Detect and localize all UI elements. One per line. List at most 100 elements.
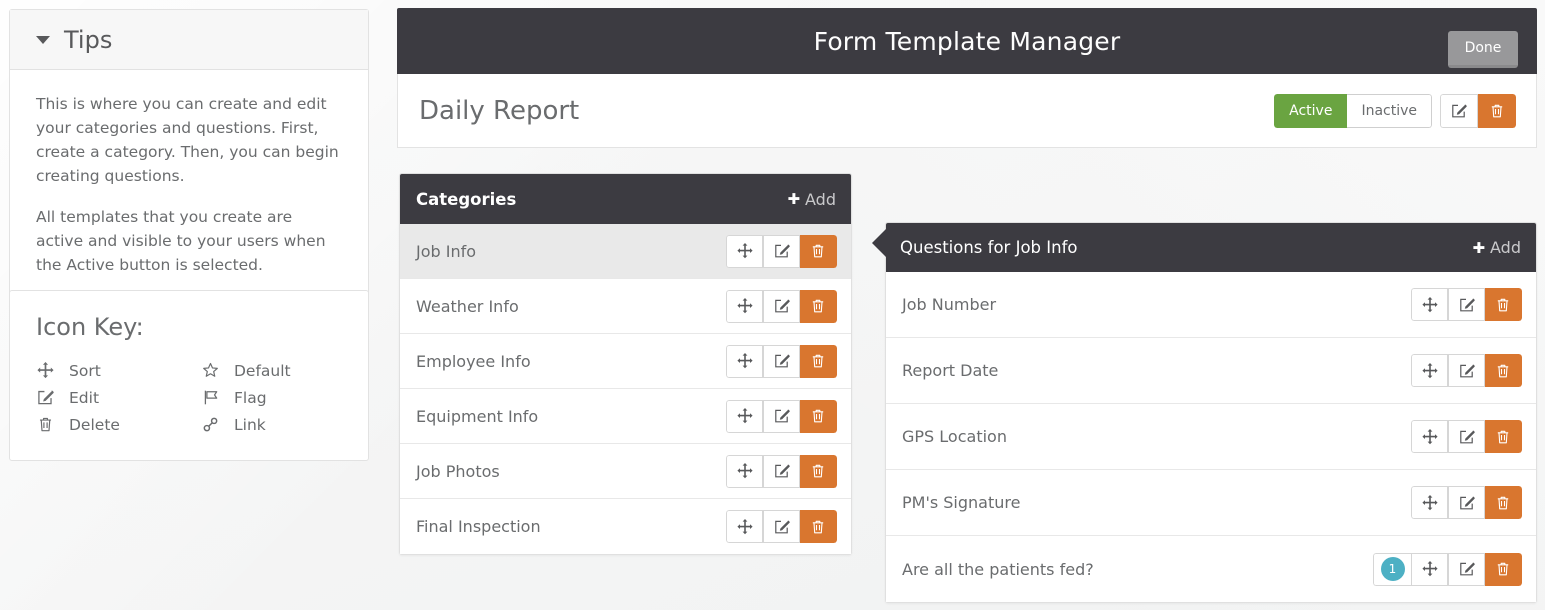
- question-delete-button[interactable]: [1485, 288, 1522, 321]
- icon-key-label: Sort: [69, 361, 101, 380]
- pencil-square-icon: [774, 298, 790, 314]
- category-actions: [726, 454, 837, 488]
- category-sort-button[interactable]: [726, 289, 763, 323]
- category-delete-button[interactable]: [800, 454, 837, 488]
- caret-down-icon[interactable]: [36, 35, 50, 44]
- pencil-square-icon: [1459, 297, 1475, 313]
- page-title: Form Template Manager: [813, 26, 1121, 56]
- category-edit-button[interactable]: [763, 399, 800, 433]
- category-sort-button[interactable]: [726, 234, 763, 268]
- move-arrows-icon: [736, 298, 753, 314]
- star-outline-icon: [201, 361, 220, 380]
- question-edit-button[interactable]: [1448, 552, 1485, 586]
- category-row[interactable]: Weather Info: [400, 279, 851, 334]
- move-arrows-icon: [1421, 428, 1438, 445]
- status-toggle-group: Active Inactive: [1274, 93, 1432, 128]
- question-count-badge[interactable]: 1: [1373, 552, 1411, 586]
- category-delete-button[interactable]: [800, 399, 837, 433]
- icon-key-label: Flag: [234, 388, 267, 407]
- trash-icon: [1495, 297, 1511, 313]
- pencil-square-icon: [774, 353, 790, 369]
- category-edit-button[interactable]: [763, 454, 800, 488]
- category-actions-group: [726, 510, 837, 543]
- question-row[interactable]: PM's Signature: [886, 470, 1536, 536]
- icon-key-item-flag: Flag: [201, 388, 342, 407]
- trash-icon: [1489, 103, 1505, 119]
- category-edit-button[interactable]: [763, 289, 800, 323]
- move-arrows-icon: [736, 408, 753, 424]
- category-delete-button[interactable]: [800, 289, 837, 323]
- link-chain-icon: [201, 415, 220, 434]
- categories-header: Categories ✚ Add: [400, 174, 851, 224]
- question-sort-button[interactable]: [1411, 420, 1448, 453]
- categories-add-label: Add: [805, 189, 836, 209]
- categories-title: Categories: [416, 189, 517, 209]
- question-row[interactable]: Are all the patients fed? 1: [886, 536, 1536, 602]
- questions-list: Job Number Report Date GPS Location PM's Si…: [886, 272, 1536, 602]
- category-delete-button[interactable]: [800, 344, 837, 378]
- category-sort-button[interactable]: [726, 510, 763, 543]
- category-edit-button[interactable]: [763, 344, 800, 378]
- question-delete-button[interactable]: [1485, 354, 1522, 387]
- template-edit-delete-group: [1440, 93, 1516, 128]
- status-inactive-button[interactable]: Inactive: [1347, 93, 1432, 128]
- template-delete-button[interactable]: [1478, 93, 1516, 128]
- move-arrows-icon: [1421, 561, 1438, 577]
- done-button[interactable]: Done: [1448, 31, 1518, 68]
- template-edit-button[interactable]: [1440, 93, 1478, 128]
- move-arrows-icon: [1421, 362, 1438, 379]
- trash-icon: [36, 415, 55, 434]
- question-edit-button[interactable]: [1448, 420, 1485, 453]
- question-delete-button[interactable]: [1485, 486, 1522, 519]
- tips-paragraph: This is where you can create and edit yo…: [36, 95, 339, 186]
- icon-key-label: Link: [234, 415, 266, 434]
- category-sort-button[interactable]: [726, 454, 763, 488]
- question-actions: [1411, 288, 1522, 321]
- question-edit-button[interactable]: [1448, 486, 1485, 519]
- pencil-square-icon: [36, 388, 55, 407]
- categories-list: Job Info Weather Info Employee Info Equipme…: [400, 224, 851, 554]
- plus-icon: ✚: [1472, 238, 1486, 257]
- icon-key-item-link: Link: [201, 415, 342, 434]
- category-row[interactable]: Final Inspection: [400, 499, 851, 554]
- tips-panel-header[interactable]: Tips: [10, 10, 368, 70]
- category-row[interactable]: Job Photos: [400, 444, 851, 499]
- question-delete-button[interactable]: [1485, 420, 1522, 453]
- questions-add-button[interactable]: ✚ Add: [1472, 238, 1521, 257]
- category-sort-button[interactable]: [726, 344, 763, 378]
- app-header: Form Template Manager Done: [397, 8, 1537, 74]
- categories-add-button[interactable]: ✚ Add: [787, 190, 836, 209]
- question-label: PM's Signature: [902, 493, 1021, 512]
- questions-title: Questions for Job Info: [900, 238, 1078, 257]
- question-edit-button[interactable]: [1448, 288, 1485, 321]
- category-label: Job Photos: [416, 461, 500, 481]
- question-sort-button[interactable]: [1411, 552, 1448, 586]
- question-row[interactable]: Report Date: [886, 338, 1536, 404]
- question-label: Are all the patients fed?: [902, 559, 1094, 579]
- pencil-square-icon: [1459, 495, 1475, 511]
- category-row[interactable]: Equipment Info: [400, 389, 851, 444]
- question-edit-button[interactable]: [1448, 354, 1485, 387]
- category-edit-button[interactable]: [763, 234, 800, 268]
- questions-panel: Questions for Job Info ✚ Add Job Number R…: [872, 222, 1537, 603]
- trash-icon: [810, 353, 826, 369]
- icon-key-title: Icon Key:: [36, 313, 144, 341]
- question-row[interactable]: GPS Location: [886, 404, 1536, 470]
- question-row[interactable]: Job Number: [886, 272, 1536, 338]
- category-row[interactable]: Employee Info: [400, 334, 851, 389]
- icon-key-item-default: Default: [201, 361, 342, 380]
- question-label: GPS Location: [902, 427, 1007, 446]
- category-edit-button[interactable]: [763, 510, 800, 543]
- pencil-square-icon: [1459, 561, 1475, 577]
- question-sort-button[interactable]: [1411, 354, 1448, 387]
- category-actions-group: [726, 399, 837, 433]
- categories-panel: Categories ✚ Add Job Info Weather Info Emp…: [399, 173, 852, 555]
- category-row[interactable]: Job Info: [400, 224, 851, 279]
- status-active-button[interactable]: Active: [1274, 93, 1348, 128]
- question-sort-button[interactable]: [1411, 486, 1448, 519]
- category-delete-button[interactable]: [800, 510, 837, 543]
- question-delete-button[interactable]: [1485, 552, 1522, 586]
- category-delete-button[interactable]: [800, 234, 837, 268]
- category-sort-button[interactable]: [726, 399, 763, 433]
- question-sort-button[interactable]: [1411, 288, 1448, 321]
